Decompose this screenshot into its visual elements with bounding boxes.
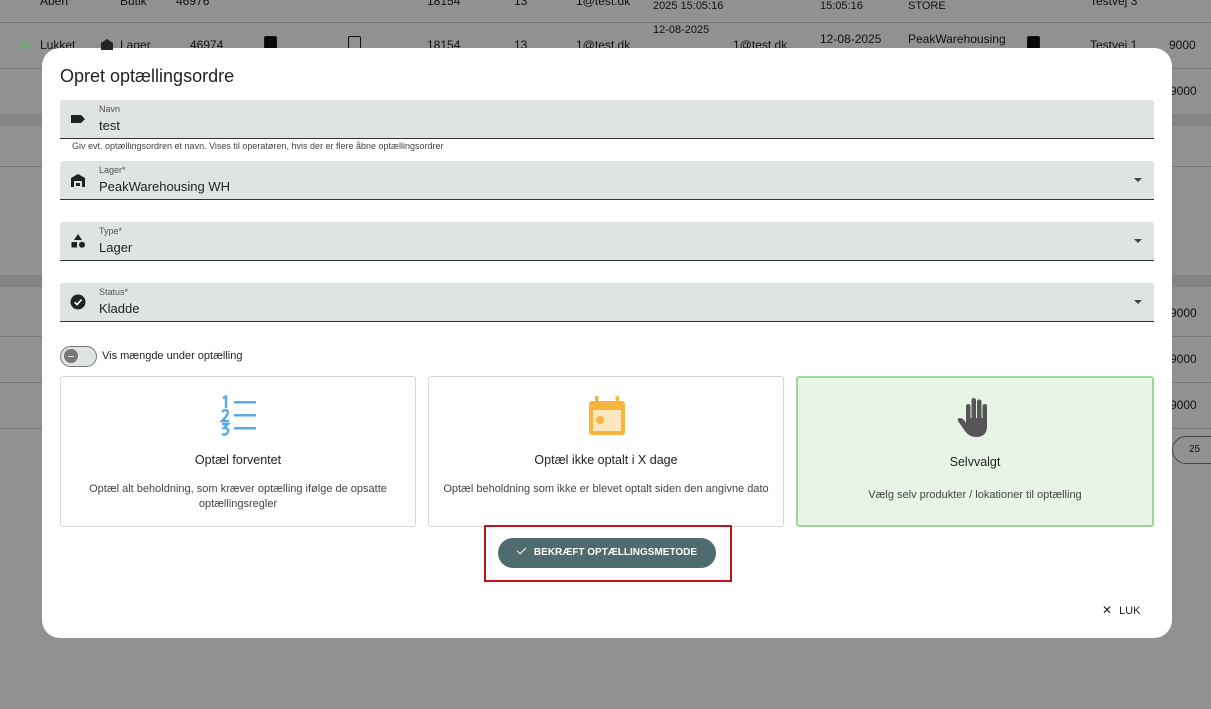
- chevron-down-icon: [1134, 178, 1142, 182]
- warehouse-icon: [101, 39, 113, 50]
- create-count-order-dialog: Opret optællingsordre Navn test Giv evt.…: [42, 48, 1172, 638]
- check-icon: [516, 544, 527, 555]
- confirm-count-method-button[interactable]: BEKRÆFT OPTÆLLINGSMETODE: [498, 538, 716, 568]
- card-title: Selvvalgt: [949, 455, 1001, 469]
- shapes-icon: [71, 234, 85, 248]
- chevron-down-icon: [1134, 239, 1142, 243]
- label-tag-icon: [71, 115, 85, 123]
- status-select-label: Status*: [99, 287, 129, 297]
- name-field[interactable]: Navn test: [60, 100, 1154, 139]
- card-description: Optæl beholdning som ikke er blevet opta…: [443, 483, 769, 495]
- dialog-title: Opret optællingsordre: [60, 66, 235, 86]
- status-select-value: Kladde: [99, 301, 140, 316]
- numbered-list-icon: [219, 395, 256, 436]
- close-button[interactable]: ✕ LUK: [1102, 603, 1140, 617]
- close-icon: ✕: [1102, 603, 1113, 617]
- name-field-label: Navn: [99, 104, 121, 114]
- warehouse-icon: [71, 174, 85, 187]
- type-select-value: Lager: [99, 240, 133, 255]
- status-select[interactable]: Status* Kladde: [60, 283, 1154, 322]
- show-quantity-toggle-label: Vis mængde under optælling: [102, 350, 243, 362]
- card-description: Optæl alt beholdning, som kræver optælli…: [89, 483, 387, 510]
- type-select-label: Type*: [99, 226, 123, 236]
- card-title: Optæl forventet: [194, 453, 282, 467]
- checkmark-icon: [18, 39, 35, 50]
- chevron-down-icon: [1134, 300, 1142, 304]
- warehouse-select[interactable]: Lager* PeakWarehousing WH: [60, 161, 1154, 200]
- hand-icon: [957, 398, 987, 437]
- calendar-icon: [589, 396, 625, 435]
- name-field-value: test: [99, 118, 120, 133]
- count-method-expected-card[interactable]: Optæl forventet Optæl alt beholdning, so…: [60, 376, 416, 527]
- card-title: Optæl ikke optalt i X dage: [534, 453, 678, 467]
- confirm-button-label: BEKRÆFT OPTÆLLINGSMETODE: [533, 547, 698, 558]
- count-method-not-counted-card[interactable]: Optæl ikke optalt i X dage Optæl beholdn…: [428, 376, 784, 527]
- warehouse-select-label: Lager*: [99, 165, 126, 175]
- name-field-hint: Giv evt. optællingsordren et navn. Vises…: [72, 141, 444, 151]
- type-select[interactable]: Type* Lager: [60, 222, 1154, 261]
- check-circle-icon: [70, 294, 86, 310]
- count-method-custom-card[interactable]: Selvvalgt Vælg selv produkter / lokation…: [796, 376, 1154, 527]
- card-description: Vælg selv produkter / lokationer til opt…: [868, 489, 1082, 501]
- warehouse-select-value: PeakWarehousing WH: [99, 179, 231, 194]
- show-quantity-toggle[interactable]: [60, 346, 97, 367]
- close-button-label: LUK: [1119, 605, 1141, 617]
- toggle-knob: [64, 349, 78, 363]
